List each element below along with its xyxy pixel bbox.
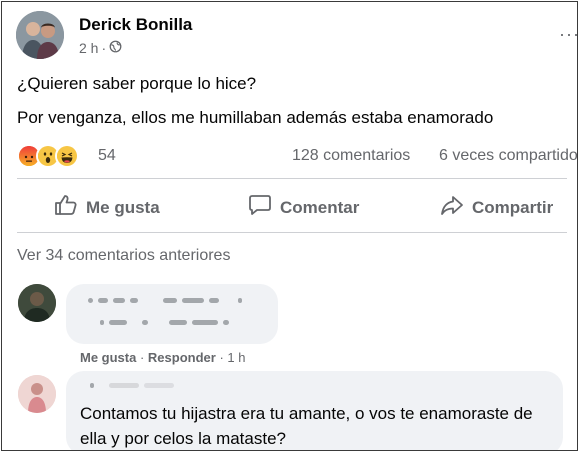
facebook-post-card: Derick Bonilla 2 h · ··· ¿Quieren saber …: [1, 1, 578, 451]
like-button[interactable]: Me gusta: [54, 194, 160, 221]
author-avatar[interactable]: [16, 11, 64, 59]
comment-text: Contamos tu hijastra era tu amante, o vo…: [80, 404, 533, 448]
reactions-summary[interactable]: [17, 144, 79, 168]
post-meta: 2 h ·: [79, 40, 122, 56]
view-previous-comments-link[interactable]: Ver 34 comentarios anteriores: [17, 247, 230, 265]
share-arrow-icon: [440, 194, 464, 221]
shares-count[interactable]: 6 veces compartido: [439, 147, 577, 165]
share-button[interactable]: Compartir: [440, 194, 553, 221]
haha-reaction-icon: [55, 144, 79, 168]
author-name[interactable]: Derick Bonilla: [79, 15, 192, 35]
comment-icon: [248, 194, 272, 221]
post-text-line2: Por venganza, ellos me humillaban además…: [17, 108, 494, 127]
reaction-count[interactable]: 54: [98, 147, 116, 165]
commenter-avatar[interactable]: [18, 375, 56, 413]
post-text-line1: ¿Quieren saber porque lo hice?: [17, 74, 257, 93]
thumbs-up-icon: [54, 194, 78, 221]
comment-actions: Me gusta · Responder · 1 h: [80, 350, 245, 365]
globe-icon: [109, 40, 122, 56]
comment-bubble: Contamos tu hijastra era tu amante, o vo…: [66, 371, 563, 450]
separator-dot: ·: [139, 350, 148, 365]
blurred-comment-text: [100, 320, 229, 325]
comment-label: Comentar: [280, 197, 360, 217]
commenter-avatar[interactable]: [18, 284, 56, 322]
comment-time[interactable]: 1 h: [227, 350, 245, 365]
comments-count[interactable]: 128 comentarios: [292, 147, 410, 165]
separator-dot: ·: [101, 40, 107, 56]
more-options-icon[interactable]: ···: [559, 24, 577, 45]
comment-bubble: [66, 284, 278, 344]
blurred-commenter-name: [90, 383, 174, 388]
share-label: Compartir: [472, 197, 554, 217]
comment-button[interactable]: Comentar: [248, 194, 359, 221]
blurred-commenter-name: [88, 298, 242, 303]
like-label: Me gusta: [86, 197, 160, 217]
comment-like-link[interactable]: Me gusta: [80, 350, 136, 365]
divider: [17, 232, 567, 233]
post-time[interactable]: 2 h: [79, 40, 98, 56]
comment-reply-link[interactable]: Responder: [148, 350, 216, 365]
divider: [17, 178, 567, 179]
